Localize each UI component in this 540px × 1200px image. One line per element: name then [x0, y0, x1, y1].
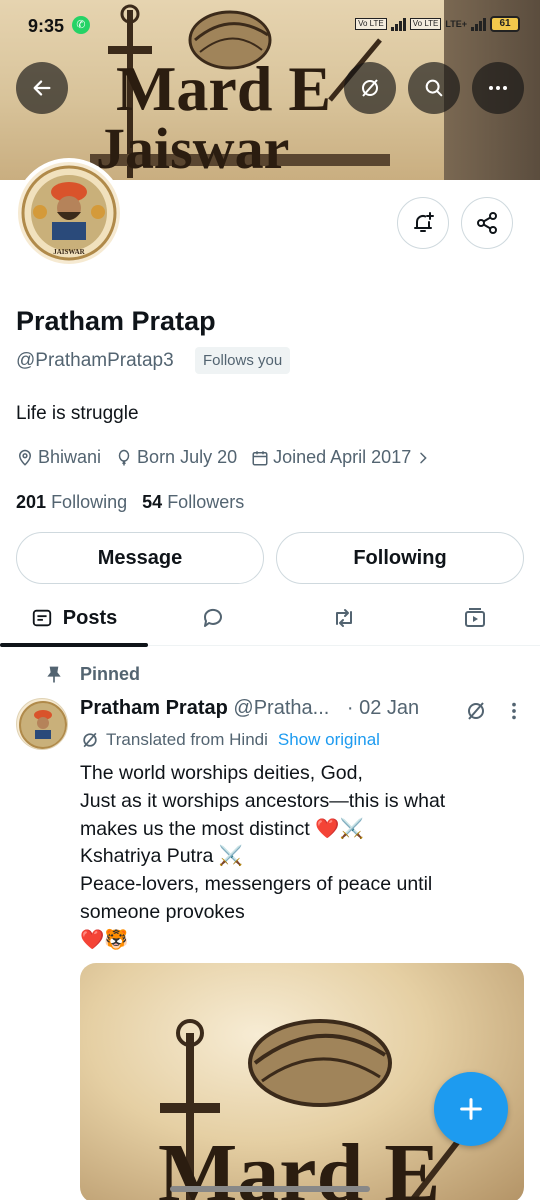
message-button[interactable]: Message: [16, 532, 264, 584]
balloon-icon: [118, 449, 130, 465]
profile-meta: Bhiwani Born July 20 Joined April 2017: [16, 447, 449, 468]
translation-bar: Translated from Hindi Show original: [80, 730, 380, 750]
plus-icon: [460, 1098, 482, 1120]
status-bar: 9:35 ✆ Vo LTE Vo LTE LTE+ 61: [0, 0, 540, 52]
translated-label: Translated from Hindi: [106, 730, 268, 749]
location-pin-icon: [18, 449, 32, 466]
post-date[interactable]: · 02 Jan: [347, 697, 419, 719]
followers-count-link[interactable]: 54 Followers: [142, 492, 244, 512]
followers-label: Followers: [167, 492, 245, 512]
compose-post-button[interactable]: [434, 1072, 508, 1146]
search-button[interactable]: [408, 62, 460, 114]
banner-title-line2: Jaiswar: [96, 116, 289, 180]
tab-posts[interactable]: Posts: [0, 590, 148, 647]
pin-icon: [47, 666, 61, 682]
more-options-button[interactable]: [472, 62, 524, 114]
network-type: LTE+: [445, 19, 467, 29]
post-author-name[interactable]: Pratham Pratap: [80, 697, 228, 719]
repost-icon: [336, 609, 352, 627]
post-line: Just as it worships ancestors—this is wh…: [80, 789, 446, 812]
avatar-artwork: JAISWAR: [21, 165, 117, 261]
battery-icon: 61: [490, 16, 520, 32]
grok-button[interactable]: [344, 62, 396, 114]
posts-icon: [32, 609, 51, 627]
active-tab-indicator: [0, 643, 148, 647]
grok-translate-icon: [83, 732, 97, 748]
joined-item[interactable]: Joined April 2017: [251, 447, 435, 468]
post-line: makes us the most distinct ❤️⚔️: [80, 817, 364, 840]
profile-bio: Life is struggle: [16, 403, 139, 424]
reply-bubble-icon: [203, 608, 222, 627]
post-line: Kshatriya Putra ⚔️: [80, 845, 244, 868]
signal-icon-2: [471, 17, 486, 31]
post-grok-button[interactable]: [464, 699, 488, 728]
post-more-button[interactable]: [504, 700, 524, 727]
more-horizontal-icon: [489, 86, 507, 90]
post-author-handle[interactable]: @Pratha...: [233, 697, 329, 719]
banner-title-line1: Mard E: [116, 53, 331, 124]
tab-posts-label: Posts: [62, 606, 118, 629]
following-button[interactable]: Following: [276, 532, 524, 584]
grok-icon: [362, 79, 378, 97]
profile-tabs: Posts: [0, 590, 540, 647]
bell-plus-icon: [414, 212, 434, 232]
profile-handle: @PrathamPratap3: [16, 350, 174, 371]
following-count: 201: [16, 492, 47, 512]
post-line: Peace-lovers, messengers of peace until: [80, 873, 433, 896]
tab-media[interactable]: [410, 590, 540, 646]
profile-avatar[interactable]: JAISWAR: [14, 158, 124, 268]
status-time: 9:35: [28, 16, 65, 36]
followers-count: 54: [142, 492, 163, 512]
volte-badge-2: Vo LTE: [409, 18, 442, 30]
follow-counts: 201 Following 54 Followers: [16, 492, 244, 513]
whatsapp-icon: ✆: [72, 16, 90, 34]
calendar-icon: [252, 450, 268, 465]
tab-replies[interactable]: [148, 590, 278, 646]
location-item: Bhiwani: [16, 447, 101, 468]
born-item: Born July 20: [115, 447, 237, 468]
born-text: Born July 20: [137, 447, 238, 467]
post-line: someone provokes: [80, 900, 245, 923]
location-text: Bhiwani: [38, 447, 102, 467]
arrow-left-icon: [33, 80, 51, 96]
notifications-button[interactable]: [397, 197, 449, 249]
back-button[interactable]: [16, 62, 68, 114]
more-vertical-icon: [512, 702, 516, 720]
post-author-avatar[interactable]: [16, 698, 68, 750]
search-icon: [425, 79, 443, 97]
joined-text: Joined April 2017: [273, 447, 412, 467]
post-line: The world worships deities, God,: [80, 762, 363, 784]
post-line: ❤️🐯: [80, 928, 129, 951]
pinned-indicator: Pinned: [44, 664, 140, 685]
share-icon: [477, 212, 497, 234]
home-indicator[interactable]: [170, 1186, 370, 1192]
signal-icon: [390, 17, 406, 31]
chevron-right-icon: [420, 452, 427, 463]
post-avatar-artwork: [19, 701, 67, 749]
post-body: The world worships deities, God, Just as…: [80, 760, 520, 955]
video-icon: [465, 608, 485, 627]
profile-name: Pratham Pratap: [16, 306, 216, 336]
status-indicators: Vo LTE Vo LTE LTE+ 61: [355, 16, 520, 32]
pinned-label: Pinned: [80, 664, 141, 684]
share-button[interactable]: [461, 197, 513, 249]
volte-badge: Vo LTE: [355, 18, 387, 30]
grok-icon: [468, 702, 484, 720]
show-original-link[interactable]: Show original: [278, 730, 380, 750]
follows-you-badge: Follows you: [195, 347, 291, 374]
following-count-link[interactable]: 201 Following: [16, 492, 132, 512]
following-label: Following: [51, 492, 128, 512]
post-header: Pratham Pratap @Pratha... · 02 Jan: [80, 697, 419, 720]
avatar-caption: JAISWAR: [53, 248, 85, 256]
tab-reposts[interactable]: [278, 590, 410, 646]
